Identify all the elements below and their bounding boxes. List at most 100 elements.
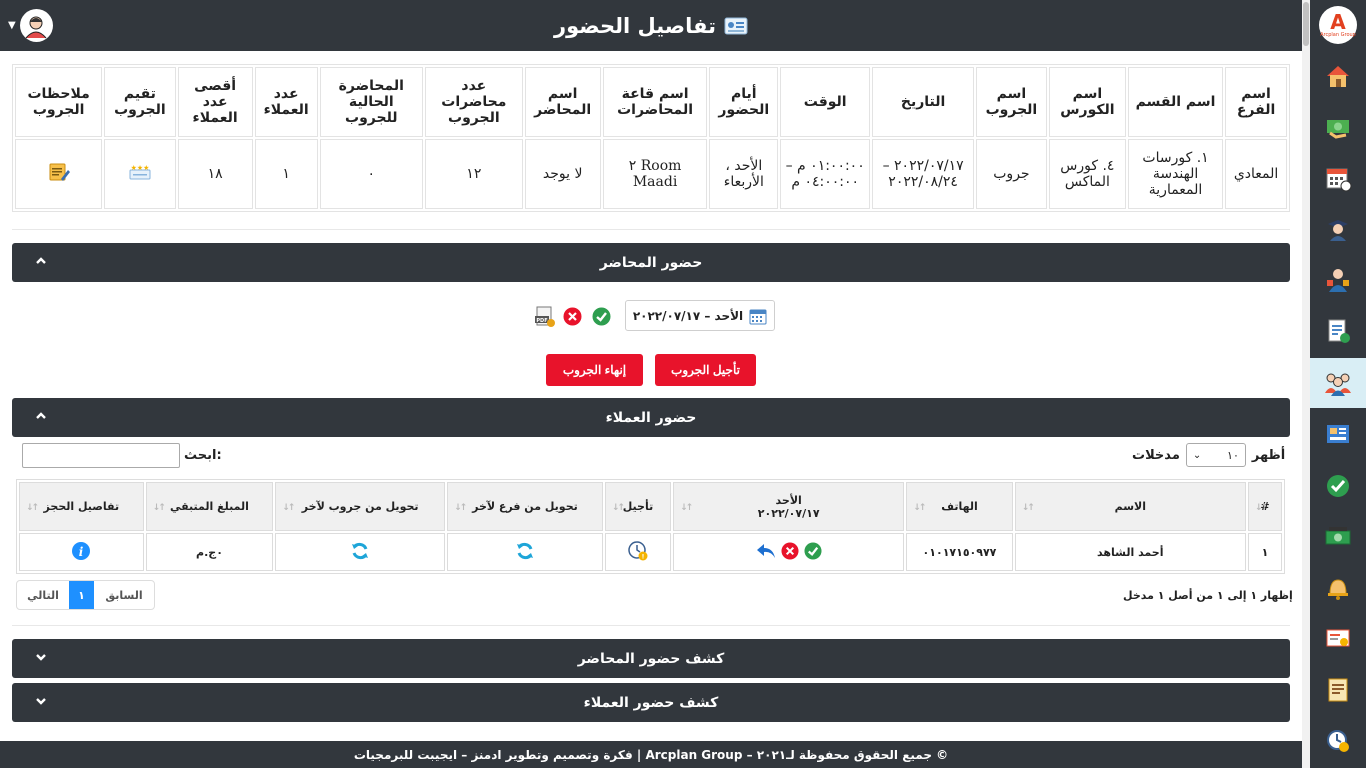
col-number[interactable]: # ↑↓ [1247, 482, 1282, 531]
department-name: ١. كورسات الهندسة المعمارية [1128, 139, 1224, 209]
column-label: الاسم [1114, 500, 1146, 513]
sidebar-item-schedule[interactable] [1310, 153, 1366, 203]
sidebar-item-home[interactable] [1310, 51, 1366, 101]
chevron-down-icon: ⌄ [1192, 449, 1202, 461]
mark-present-button[interactable] [592, 307, 611, 326]
sidebar-item-attendance[interactable] [1310, 358, 1366, 408]
page-scrollbar[interactable] [1302, 0, 1310, 768]
row-number: ١ [1247, 533, 1282, 571]
column-label: تحويل من جروب لآخر [301, 500, 419, 513]
prev-page-button[interactable]: السابق [94, 581, 154, 609]
search-input[interactable] [22, 443, 180, 468]
check-icon [592, 307, 611, 326]
info-header-cell: ملاحظات الجروب [15, 67, 103, 137]
transfer-branch-cell[interactable] [447, 533, 603, 571]
sidebar-item-reports[interactable] [1310, 665, 1366, 715]
page-title-text: تفاصيل الحضور [554, 13, 716, 38]
transfer-group-cell[interactable] [275, 533, 446, 571]
col-session-date[interactable]: الأحد ٢٠٢٢/٠٧/١٧ ↑↓ [673, 482, 905, 531]
page-size-value: ١٠ [1227, 448, 1239, 462]
svg-text:!: ! [642, 553, 645, 560]
column-label: تفاصيل الحجز [43, 500, 120, 513]
clients-attendance-header[interactable]: حضور العملاء [12, 398, 1290, 437]
sidebar-item-instructors[interactable] [1310, 255, 1366, 305]
sort-icon: ↑↓ [913, 503, 926, 513]
column-label: الأحد [775, 493, 802, 507]
entries-label: مدخلات [1132, 447, 1180, 463]
attendance-card-icon [724, 16, 748, 36]
pdf-icon: PDF [535, 306, 555, 327]
sidebar-item-board[interactable] [1310, 410, 1366, 460]
sidebar-item-certificates[interactable] [1310, 614, 1366, 664]
clock-postpone-icon[interactable]: ! [628, 540, 648, 561]
column-label: الهاتف [941, 500, 978, 513]
sidebar-item-payments[interactable] [1310, 102, 1366, 152]
clients-report-header[interactable]: كشف حضور العملاء [12, 683, 1290, 722]
refresh-icon[interactable] [350, 541, 370, 561]
postpone-group-button[interactable]: تأجيل الجروب [655, 354, 756, 386]
date-selector[interactable]: الأحد – ٢٠٢٢/٠٧/١٧ [625, 300, 775, 331]
chevron-down-icon[interactable]: ▼ [8, 20, 16, 31]
table-row: ١ أحمد الشاهد ٠١٠١٧١٥٠٩٧٧ ! ٠ج.م i [19, 533, 1282, 571]
chevron-up-icon[interactable] [34, 409, 48, 423]
document-icon [1328, 319, 1350, 343]
info-header-row: اسم الفرع اسم القسم اسم الكورس اسم الجرو… [15, 67, 1287, 137]
col-transfer-group[interactable]: تحويل من جروب لآخر ↑↓ [275, 482, 446, 531]
close-icon [563, 307, 582, 326]
close-icon[interactable] [781, 541, 799, 560]
calendar-icon [749, 309, 767, 324]
col-remaining[interactable]: المبلغ المتبقي ↑↓ [145, 482, 274, 531]
sidebar-item-students[interactable] [1310, 204, 1366, 254]
sidebar-item-approvals[interactable] [1310, 461, 1366, 511]
info-header-cell: عدد محاضرات الجروب [424, 67, 523, 137]
sidebar-item-documents[interactable] [1310, 306, 1366, 356]
current-page-button[interactable]: ١ [69, 581, 94, 609]
scrollbar-thumb[interactable] [1303, 2, 1309, 46]
group-notes-cell[interactable] [15, 139, 103, 209]
info-icon[interactable]: i [71, 541, 91, 561]
arcplan-logo[interactable]: A Arcplan Group [1319, 6, 1357, 44]
sidebar-item-history[interactable] [1310, 716, 1366, 766]
col-transfer-branch[interactable]: تحويل من فرع لآخر ↑↓ [447, 482, 603, 531]
sidebar-item-finance[interactable] [1310, 512, 1366, 562]
next-page-button[interactable]: التالي [17, 581, 69, 609]
instructor-attendance-header[interactable]: حضور المحاضر [12, 243, 1290, 282]
col-postpone[interactable]: تأجيل ↑↓ [604, 482, 672, 531]
chevron-up-icon[interactable] [34, 254, 48, 268]
rating-stars-icon[interactable]: ★★★ [129, 164, 151, 180]
pdf-report-button[interactable]: PDF [534, 306, 556, 328]
booking-details-cell[interactable]: i [19, 533, 144, 571]
col-phone[interactable]: الهاتف ↑↓ [906, 482, 1013, 531]
info-header-cell: اسم القسم [1128, 67, 1224, 137]
chevron-down-icon[interactable] [34, 650, 48, 664]
info-header-cell: اسم المحاضر [524, 67, 601, 137]
postpone-cell[interactable]: ! [604, 533, 672, 571]
avatar[interactable] [19, 9, 53, 42]
table-info: إظهار ١ إلى ١ من أصل ١ مدخل [1123, 589, 1293, 602]
page-size-select[interactable]: ⌄ ١٠ [1185, 443, 1246, 467]
instructor-report-header[interactable]: كشف حضور المحاضر [12, 639, 1290, 678]
user-menu[interactable]: ▼ [8, 9, 53, 42]
notes-edit-icon[interactable] [48, 162, 70, 182]
report-icon [1328, 678, 1348, 702]
divider [12, 625, 1290, 626]
attendance-days: الأحد ، الأربعاء [709, 139, 779, 209]
check-icon[interactable] [804, 541, 822, 560]
chevron-down-icon[interactable] [34, 694, 48, 708]
info-header-cell: اسم الفرع [1225, 67, 1287, 137]
branch-name: المعادي [1225, 139, 1287, 209]
instructor-name: لا يوجد [524, 139, 601, 209]
info-header-cell: المحاضرة الحالية للجروب [319, 67, 423, 137]
undo-icon[interactable] [756, 542, 776, 560]
sidebar-item-alerts[interactable] [1310, 563, 1366, 613]
refresh-icon[interactable] [515, 541, 535, 561]
group-name: جروب [976, 139, 1047, 209]
mark-absent-button[interactable] [563, 307, 582, 326]
remaining-amount: ٠ج.م [145, 533, 274, 571]
sort-icon: ↑↓ [1021, 503, 1035, 513]
col-booking-details[interactable]: تفاصيل الحجز ↑↓ [19, 482, 144, 531]
col-name[interactable]: الاسم ↑↓ [1014, 482, 1246, 531]
groups-icon [1325, 373, 1351, 396]
group-rating-cell[interactable]: ★★★ [104, 139, 176, 209]
end-group-button[interactable]: إنهاء الجروب [546, 354, 643, 386]
